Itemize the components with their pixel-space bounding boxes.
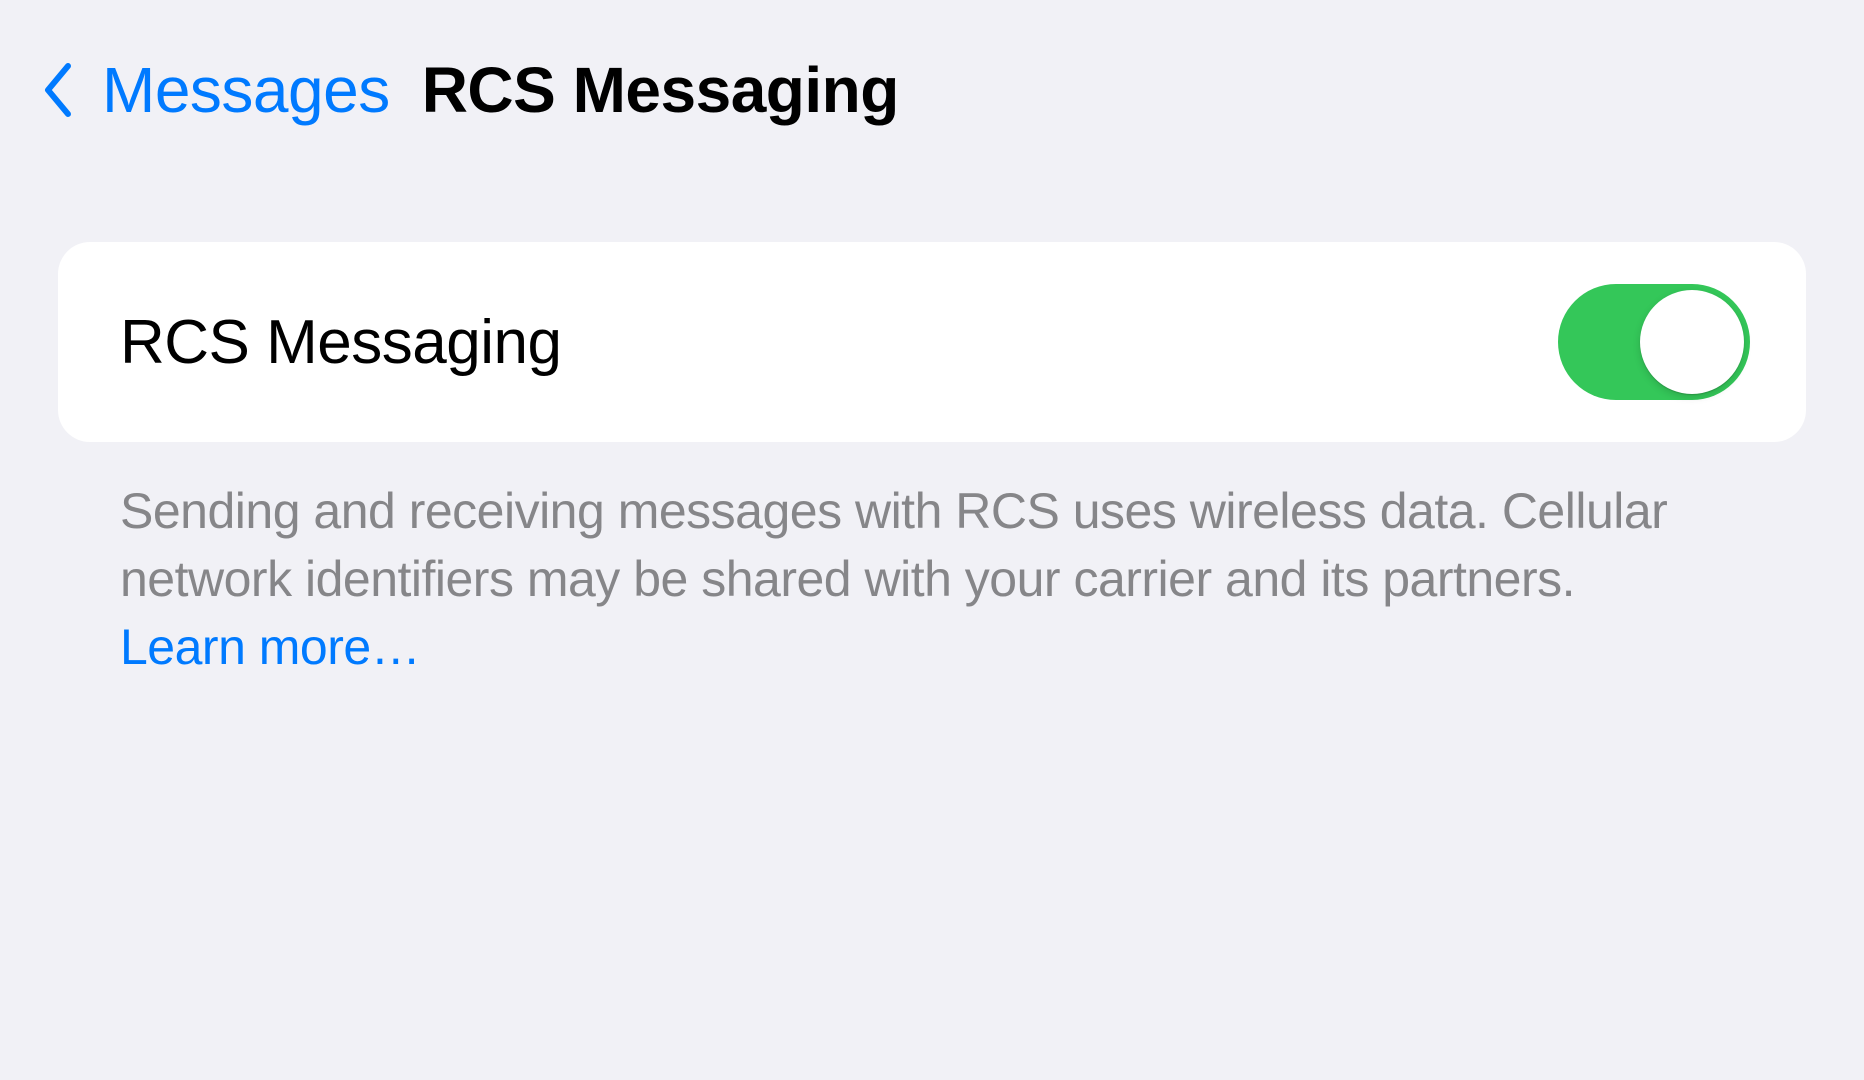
footer-description: Sending and receiving messages with RCS … bbox=[120, 483, 1667, 607]
settings-screen: Messages RCS Messaging RCS Messaging Sen… bbox=[0, 0, 1864, 681]
back-button-label[interactable]: Messages bbox=[102, 53, 390, 127]
footer-description-block: Sending and receiving messages with RCS … bbox=[58, 442, 1806, 681]
rcs-messaging-row: RCS Messaging bbox=[58, 242, 1806, 442]
learn-more-link[interactable]: Learn more… bbox=[120, 619, 420, 675]
navigation-header: Messages RCS Messaging bbox=[0, 53, 1864, 127]
toggle-knob bbox=[1640, 290, 1744, 394]
settings-group: RCS Messaging Sending and receiving mess… bbox=[0, 242, 1864, 681]
rcs-messaging-toggle[interactable] bbox=[1558, 284, 1750, 400]
page-title: RCS Messaging bbox=[422, 53, 899, 127]
rcs-messaging-label: RCS Messaging bbox=[120, 307, 561, 378]
back-chevron-icon[interactable] bbox=[40, 60, 74, 120]
